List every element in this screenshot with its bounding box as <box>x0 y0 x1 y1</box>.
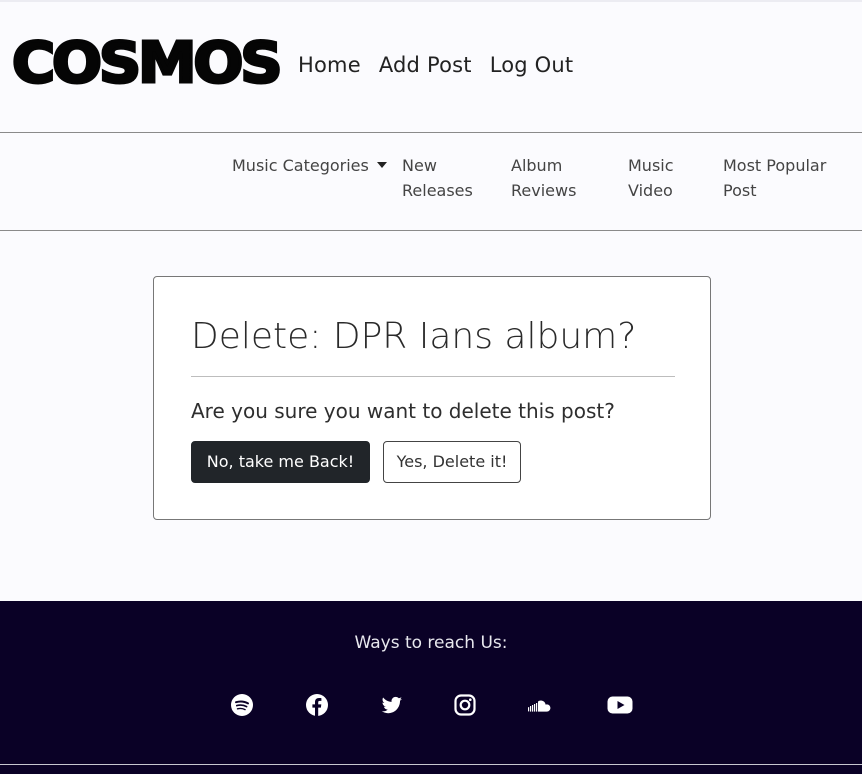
nav-add-post-link[interactable]: Add Post <box>379 50 472 80</box>
youtube-icon[interactable] <box>606 693 634 717</box>
subnav-item-line: Reviews <box>511 181 577 200</box>
footer-heading: Ways to reach Us: <box>354 633 508 653</box>
divider <box>191 376 675 377</box>
soundcloud-icon[interactable] <box>526 693 556 717</box>
footer-divider <box>0 764 862 765</box>
back-button[interactable]: No, take me Back! <box>191 441 370 483</box>
music-categories-dropdown[interactable]: Music Categories <box>232 153 387 178</box>
subnav-item-line: New <box>402 156 437 175</box>
subnav-item-line: Releases <box>402 181 473 200</box>
category-nav: Music Categories New Releases Album Revi… <box>0 133 862 231</box>
subnav-item-line: Music <box>628 156 674 175</box>
delete-message: Are you sure you want to delete this pos… <box>191 399 615 423</box>
nav-home-link[interactable]: Home <box>298 50 361 80</box>
delete-confirm-card: Delete: DPR Ians album? Are you sure you… <box>153 276 711 520</box>
subnav-item-line: Most Popular <box>723 156 827 175</box>
main-nav: Home Add Post Log Out <box>298 50 591 80</box>
subnav-item-new-releases[interactable]: New Releases <box>402 153 473 203</box>
subnav-item-most-popular[interactable]: Most Popular Post <box>723 153 826 203</box>
spotify-icon[interactable] <box>230 693 254 717</box>
subnav-item-line: Album <box>511 156 563 175</box>
confirm-delete-button[interactable]: Yes, Delete it! <box>383 441 521 483</box>
caret-down-icon <box>376 162 387 168</box>
subnav-item-music-video[interactable]: Music Video <box>628 153 674 203</box>
facebook-icon[interactable] <box>305 693 329 717</box>
footer: Ways to reach Us: <box>0 601 862 774</box>
subnav-item-line: Post <box>723 181 757 200</box>
subnav-item-album-reviews[interactable]: Album Reviews <box>511 153 576 203</box>
subnav-item-line: Video <box>628 181 673 200</box>
delete-title: Delete: DPR Ians album? <box>191 316 637 357</box>
nav-log-out-link[interactable]: Log Out <box>490 50 574 80</box>
music-categories-label: Music Categories <box>232 156 369 175</box>
top-navbar: COSMOS Home Add Post Log Out <box>0 0 862 133</box>
twitter-icon[interactable] <box>380 693 404 717</box>
instagram-icon[interactable] <box>453 693 477 717</box>
cosmos-logo[interactable]: COSMOS <box>10 32 284 95</box>
